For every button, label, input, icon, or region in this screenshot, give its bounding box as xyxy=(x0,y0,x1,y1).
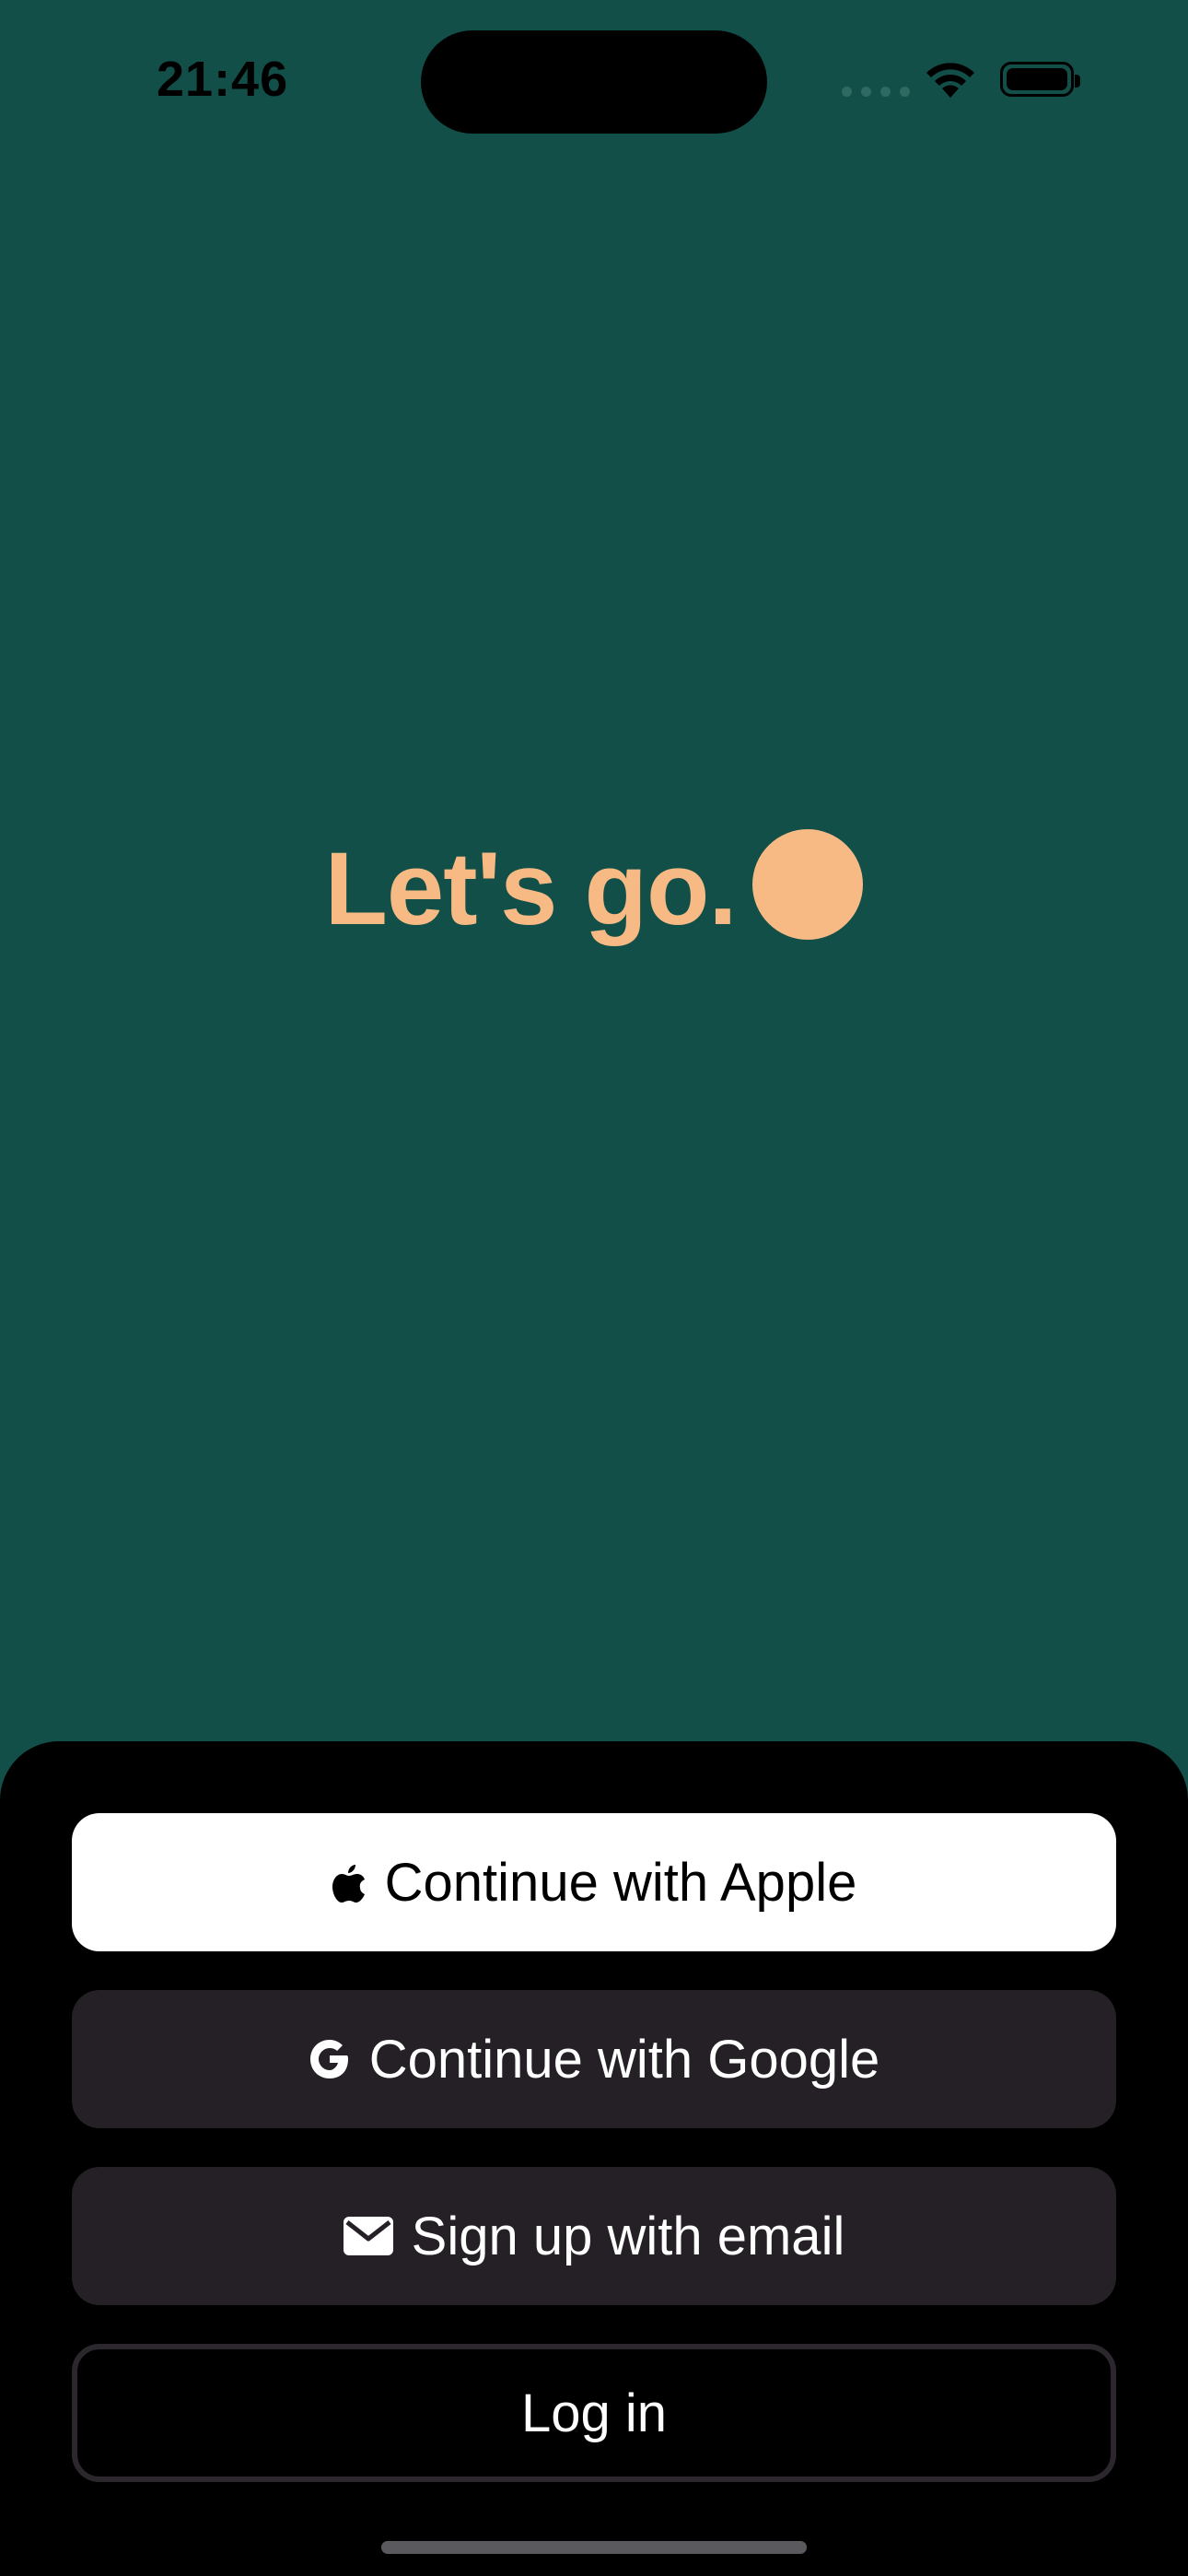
status-time: 21:46 xyxy=(157,52,289,107)
dynamic-island xyxy=(421,30,767,134)
cellular-signal-icon xyxy=(842,87,910,97)
wifi-icon xyxy=(926,63,974,98)
hero-title: Let's go. xyxy=(324,831,738,946)
hero-dot xyxy=(752,829,864,940)
apple-icon xyxy=(332,1862,367,1903)
continue-with-apple-label: Continue with Apple xyxy=(384,1852,857,1913)
log-in-button[interactable]: Log in xyxy=(72,2344,1116,2482)
log-in-label: Log in xyxy=(520,2383,668,2443)
continue-with-apple-button[interactable]: Continue with Apple xyxy=(72,1813,1116,1951)
envelope-icon xyxy=(343,2217,393,2255)
sign-up-with-email-label: Sign up with email xyxy=(411,2206,845,2266)
status-icons xyxy=(838,57,1087,101)
sign-up-with-email-button[interactable]: Sign up with email xyxy=(72,2167,1116,2305)
auth-sheet: Continue with Apple Continue with Google… xyxy=(0,1741,1188,2576)
battery-icon xyxy=(1000,62,1080,97)
google-icon xyxy=(309,2038,351,2080)
continue-with-google-button[interactable]: Continue with Google xyxy=(72,1990,1116,2128)
home-indicator[interactable] xyxy=(381,2541,807,2554)
hero: Let's go. xyxy=(0,825,1188,954)
continue-with-google-label: Continue with Google xyxy=(368,2029,880,2090)
welcome-screen: 21:46 Let's go. Continue with Apple Cont… xyxy=(0,0,1188,2576)
